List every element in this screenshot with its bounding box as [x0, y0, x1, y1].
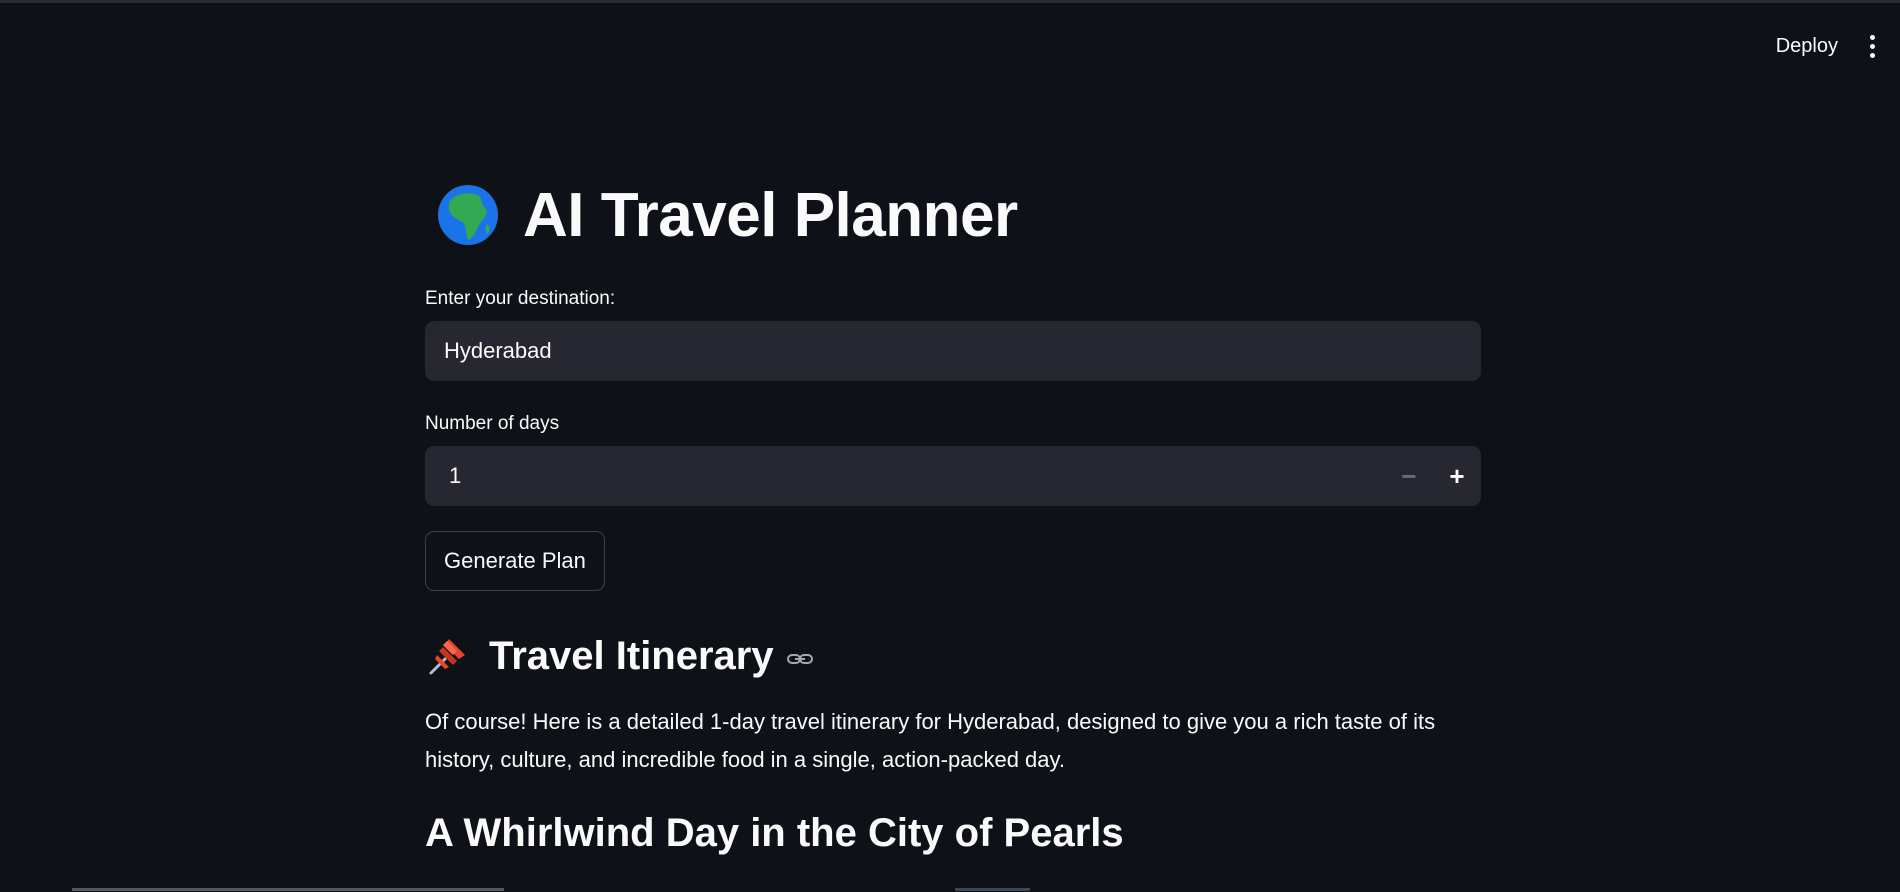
page-title: AI Travel Planner — [523, 180, 1018, 250]
destination-input[interactable] — [425, 321, 1481, 381]
days-label: Number of days — [425, 413, 560, 434]
pushpin-icon — [429, 639, 465, 675]
days-input[interactable] — [425, 446, 1385, 506]
deploy-button[interactable]: Deploy — [1762, 29, 1852, 64]
window-top-border — [0, 0, 1900, 3]
title-row: AI Travel Planner — [425, 170, 1481, 260]
itinerary-heading: Travel Itinerary — [489, 633, 774, 678]
scrollbar-segment — [955, 888, 1030, 891]
horizontal-scrollbar[interactable] — [72, 888, 504, 891]
increment-button[interactable]: + — [1433, 446, 1481, 506]
link-icon[interactable] — [786, 648, 814, 670]
itinerary-intro: Of course! Here is a detailed 1-day trav… — [425, 709, 1436, 772]
itinerary-subheading: A Whirlwind Day in the City of Pearls — [425, 811, 1124, 855]
itinerary-heading-row: Travel Itinerary — [425, 631, 1481, 681]
globe-africa-icon — [435, 182, 501, 248]
vertical-ellipsis-icon[interactable] — [1866, 31, 1878, 61]
main-content: AI Travel Planner Enter your destination… — [425, 170, 1481, 856]
generate-plan-button[interactable]: Generate Plan — [425, 531, 605, 591]
app-toolbar: Deploy — [1762, 28, 1900, 64]
decrement-button[interactable]: − — [1385, 446, 1433, 506]
days-number-field: − + — [425, 446, 1481, 506]
destination-label: Enter your destination: — [425, 288, 616, 309]
